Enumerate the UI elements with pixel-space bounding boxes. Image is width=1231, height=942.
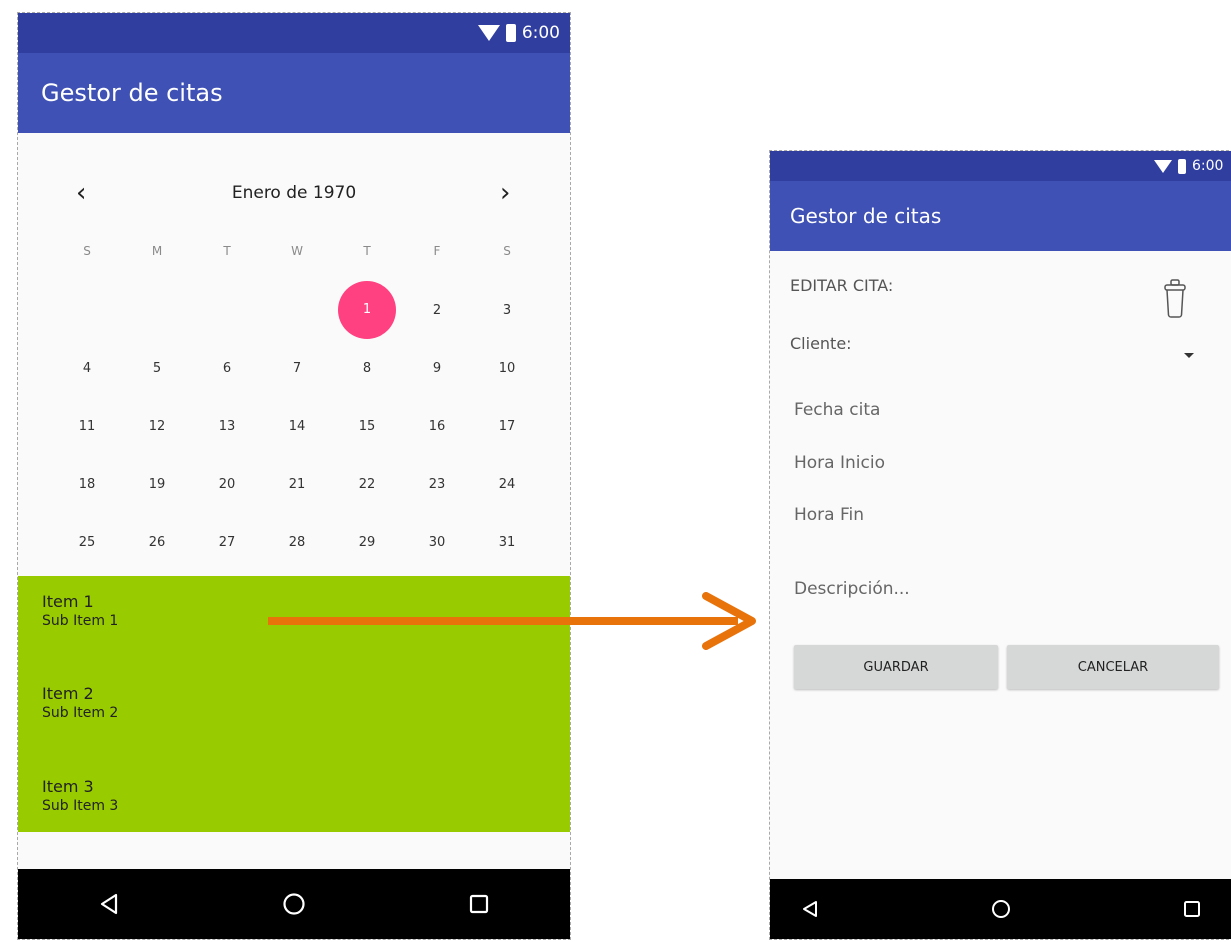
list-item-title: Item 3 [42, 777, 94, 796]
calendar-day[interactable]: 27 [192, 535, 262, 550]
calendar-header: ‹ Enero de 1970 › [18, 173, 570, 213]
weekday-label: S [83, 244, 91, 258]
app-title: Gestor de citas [41, 79, 223, 107]
edit-heading: EDITAR CITA: [790, 276, 894, 295]
next-month-button[interactable]: › [500, 180, 510, 206]
calendar-day[interactable]: 16 [402, 419, 472, 434]
weekday-label: F [433, 244, 441, 258]
home-circle-icon[interactable] [990, 898, 1012, 920]
calendar-day[interactable]: 20 [192, 477, 262, 492]
calendar-day[interactable]: 22 [332, 477, 402, 492]
app-bar: Gestor de citas [18, 53, 570, 133]
calendar-day[interactable]: 14 [262, 419, 332, 434]
calendar-day[interactable]: 23 [402, 477, 472, 492]
calendar-day[interactable]: 13 [192, 419, 262, 434]
calendar-day[interactable]: 7 [262, 361, 332, 376]
calendar-day[interactable]: 30 [402, 535, 472, 550]
battery-icon [505, 24, 516, 42]
client-dropdown-arrow-icon[interactable] [1184, 353, 1194, 358]
status-time: 6:00 [521, 23, 560, 43]
calendar-week-row: 123 [52, 281, 542, 339]
calendar-day[interactable]: 28 [262, 535, 332, 550]
list-item-title: Item 1 [42, 592, 94, 611]
home-circle-icon[interactable] [281, 891, 307, 917]
start-time-field[interactable]: Hora Inicio [794, 453, 885, 473]
calendar-day[interactable]: 25 [52, 535, 122, 550]
list-item[interactable]: Item 1 Sub Item 1 [42, 592, 118, 629]
calendar-day[interactable]: 24 [472, 477, 542, 492]
calendar-week-row: 25 26 27 28 29 30 31 [52, 513, 542, 571]
calendar-day[interactable]: 18 [52, 477, 122, 492]
list-item[interactable]: Item 2 Sub Item 2 [42, 684, 118, 721]
weekday-label: M [151, 244, 163, 258]
client-label: Cliente: [790, 334, 852, 353]
navigation-bar [770, 879, 1231, 939]
weekday-label: W [291, 244, 303, 258]
list-item-subtitle: Sub Item 1 [42, 613, 119, 629]
back-triangle-icon[interactable] [800, 899, 820, 919]
calendar-day[interactable]: 2 [402, 303, 472, 318]
status-time: 6:00 [1192, 158, 1224, 174]
selected-day[interactable]: 1 [338, 281, 396, 339]
calendar-day[interactable]: 21 [262, 477, 332, 492]
calendar-day[interactable]: 17 [472, 419, 542, 434]
calendar-week-row: 18 19 20 21 22 23 24 [52, 455, 542, 513]
battery-icon [1178, 158, 1186, 174]
calendar-day[interactable]: 12 [122, 419, 192, 434]
wifi-icon [1154, 159, 1172, 173]
calendar-grid: S M T W T F S 1 2 3 4 5 6 7 8 9 10 11 12 13 14 15 16 17 1… [52, 221, 542, 571]
list-item-subtitle: Sub Item 3 [42, 798, 119, 814]
back-triangle-icon[interactable] [98, 892, 120, 916]
calendar-day[interactable]: 4 [52, 361, 122, 376]
weekday-header-row: S M T W T F S [52, 221, 542, 281]
navigation-bar [18, 869, 570, 939]
calendar-week-row: 4 5 6 7 8 9 10 [52, 339, 542, 397]
transition-arrow-icon [702, 592, 756, 650]
calendar-day[interactable]: 26 [122, 535, 192, 550]
date-field[interactable]: Fecha cita [794, 400, 880, 420]
calendar-day[interactable]: 10 [472, 361, 542, 376]
calendar-month-label: Enero de 1970 [231, 183, 357, 203]
recents-square-icon[interactable] [1182, 899, 1202, 919]
calendar-day[interactable]: 5 [122, 361, 192, 376]
status-bar: 6:00 [18, 13, 570, 53]
appointments-list: Item 1 Sub Item 1 Item 2 Sub Item 2 Item… [18, 576, 570, 832]
edit-appointment-screen: 6:00 Gestor de citas EDITAR CITA: Client… [769, 150, 1231, 940]
prev-month-button[interactable]: ‹ [76, 180, 86, 206]
weekday-label: S [503, 244, 511, 258]
list-item[interactable]: Item 3 Sub Item 3 [42, 777, 118, 814]
calendar-day[interactable]: 19 [122, 477, 192, 492]
weekday-label: T [363, 244, 371, 258]
wifi-icon [477, 25, 500, 41]
calendar-day[interactable]: 31 [472, 535, 542, 550]
trash-icon[interactable] [1163, 278, 1187, 318]
calendar-day[interactable]: 11 [52, 419, 122, 434]
calendar-day[interactable]: 8 [332, 361, 402, 376]
calendar-day[interactable]: 15 [332, 419, 402, 434]
calendar-day[interactable]: 29 [332, 535, 402, 550]
recents-square-icon[interactable] [468, 893, 490, 915]
status-bar: 6:00 [770, 151, 1231, 181]
list-item-subtitle: Sub Item 2 [42, 705, 119, 721]
cancel-button[interactable]: CANCELAR [1007, 645, 1219, 689]
save-button[interactable]: GUARDAR [794, 645, 998, 689]
calendar-day[interactable]: 6 [192, 361, 262, 376]
app-title: Gestor de citas [790, 204, 942, 228]
weekday-label: T [223, 244, 231, 258]
app-bar: Gestor de citas [770, 181, 1231, 251]
calendar-day[interactable]: 9 [402, 361, 472, 376]
list-item-title: Item 2 [42, 684, 94, 703]
calendar-screen: 6:00 Gestor de citas ‹ Enero de 1970 › S… [17, 12, 571, 940]
end-time-field[interactable]: Hora Fin [794, 505, 864, 525]
transition-arrow-line [268, 617, 738, 625]
calendar-day[interactable]: 3 [472, 303, 542, 318]
description-field[interactable]: Descripción... [794, 579, 910, 599]
calendar-week-row: 11 12 13 14 15 16 17 [52, 397, 542, 455]
calendar-day[interactable]: 1 [332, 281, 402, 339]
